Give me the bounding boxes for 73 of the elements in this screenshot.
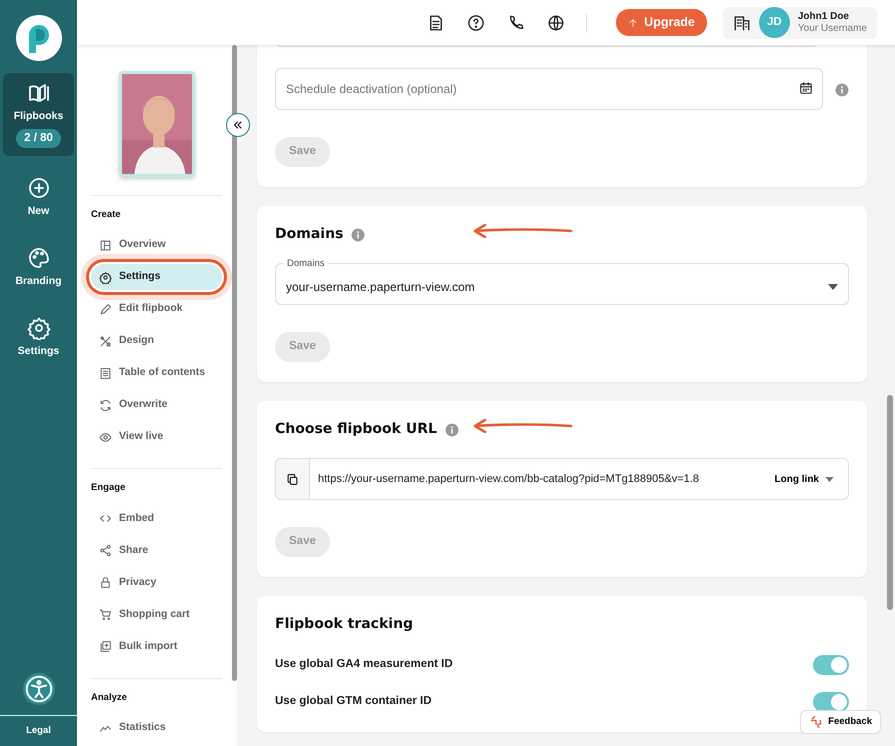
sidebar-item[interactable]: Edit flipbook <box>91 296 222 322</box>
plus-circle-icon <box>26 176 50 200</box>
pencil-icon <box>99 302 112 316</box>
layout-icon <box>99 238 112 252</box>
calendar-icon <box>799 81 813 95</box>
section-heading: Create <box>91 208 122 222</box>
scrollbar-thumb[interactable] <box>232 45 237 681</box>
copy-icon <box>286 472 299 486</box>
toggle-label: Use global GTM container ID <box>275 694 432 710</box>
sidebar-item[interactable]: Settings <box>91 264 222 290</box>
link-type-select[interactable]: Long link <box>768 470 840 488</box>
share-icon <box>99 544 112 557</box>
upgrade-button[interactable]: Upgrade <box>616 9 707 36</box>
sidebar-item[interactable]: Embed <box>91 506 222 532</box>
arrow-up-icon <box>628 18 638 28</box>
account-menu[interactable]: JD John1 Doe Your Username <box>722 6 877 38</box>
import-icon <box>99 640 112 653</box>
sidebar-item[interactable]: Statistics <box>91 714 222 741</box>
sidebar-item[interactable]: View live <box>91 424 222 450</box>
gear-icon <box>99 270 112 284</box>
rail-item[interactable]: Flipbooks 2 / 80 <box>3 73 74 156</box>
scrollbar-thumb[interactable] <box>887 395 893 610</box>
info-icon <box>351 228 366 242</box>
count-badge: 2 / 80 <box>16 128 61 148</box>
gear-icon <box>26 316 50 340</box>
caret-down-icon <box>825 476 834 482</box>
card-title: Flipbook tracking <box>275 615 414 634</box>
rail-item[interactable]: Settings <box>3 310 74 366</box>
feedback-icon <box>809 716 824 728</box>
toggle-switch[interactable] <box>813 655 849 675</box>
tools-icon <box>99 334 112 348</box>
toggle-label: Use global GA4 measurement ID <box>275 657 453 672</box>
section-heading: Analyze <box>91 690 128 704</box>
card-title: Domains <box>275 225 344 244</box>
username: Your Username <box>798 22 867 34</box>
sidebar-item[interactable]: Shopping cart <box>91 602 222 628</box>
copy-button[interactable] <box>276 459 310 499</box>
list-icon <box>99 366 112 380</box>
feedback-button[interactable]: Feedback <box>800 710 881 734</box>
rail-item[interactable]: Branding <box>3 240 74 296</box>
eye-icon <box>99 430 112 444</box>
sidebar-item[interactable]: Design <box>91 328 222 354</box>
sidebar-item[interactable]: Privacy <box>91 570 222 596</box>
globe-icon <box>547 14 566 32</box>
sidebar-item[interactable]: Share <box>91 538 222 564</box>
logo-icon <box>26 23 50 53</box>
help-icon <box>467 14 486 32</box>
book-icon <box>26 81 50 105</box>
sidebar-item[interactable]: Overwrite <box>91 392 222 418</box>
rail-item[interactable]: New <box>3 170 74 226</box>
sidebar-item[interactable]: Bulk import <box>91 634 222 660</box>
card-title: Choose flipbook URL <box>275 420 437 439</box>
section-heading: Engage <box>91 481 126 496</box>
toggle-switch[interactable] <box>813 692 849 712</box>
caret-down-icon <box>828 284 838 290</box>
palette-icon <box>26 246 50 270</box>
sidebar-item[interactable]: Overview <box>91 232 222 258</box>
date-field[interactable]: Schedule deactivation (optional) <box>275 68 823 110</box>
refresh-icon <box>99 398 112 412</box>
user-avatar: JD <box>758 7 790 38</box>
sidebar-item[interactable]: Table of contents <box>91 360 222 386</box>
chevrons-left-icon <box>232 119 244 131</box>
accessibility-icon <box>24 674 52 703</box>
accessibility-button[interactable] <box>22 672 54 705</box>
url-field[interactable]: https://your-username.paperturn-view.com/bb-catalog?pid=MTg188905&v=1.8 <box>318 470 769 488</box>
user-name: John1 Doe <box>798 10 850 22</box>
building-icon <box>732 14 751 32</box>
cart-icon <box>99 608 112 621</box>
lock-icon <box>99 576 112 589</box>
info-icon <box>444 422 459 436</box>
info-icon <box>835 82 849 97</box>
app-logo[interactable] <box>16 15 62 61</box>
collapse-button[interactable] <box>226 113 250 137</box>
